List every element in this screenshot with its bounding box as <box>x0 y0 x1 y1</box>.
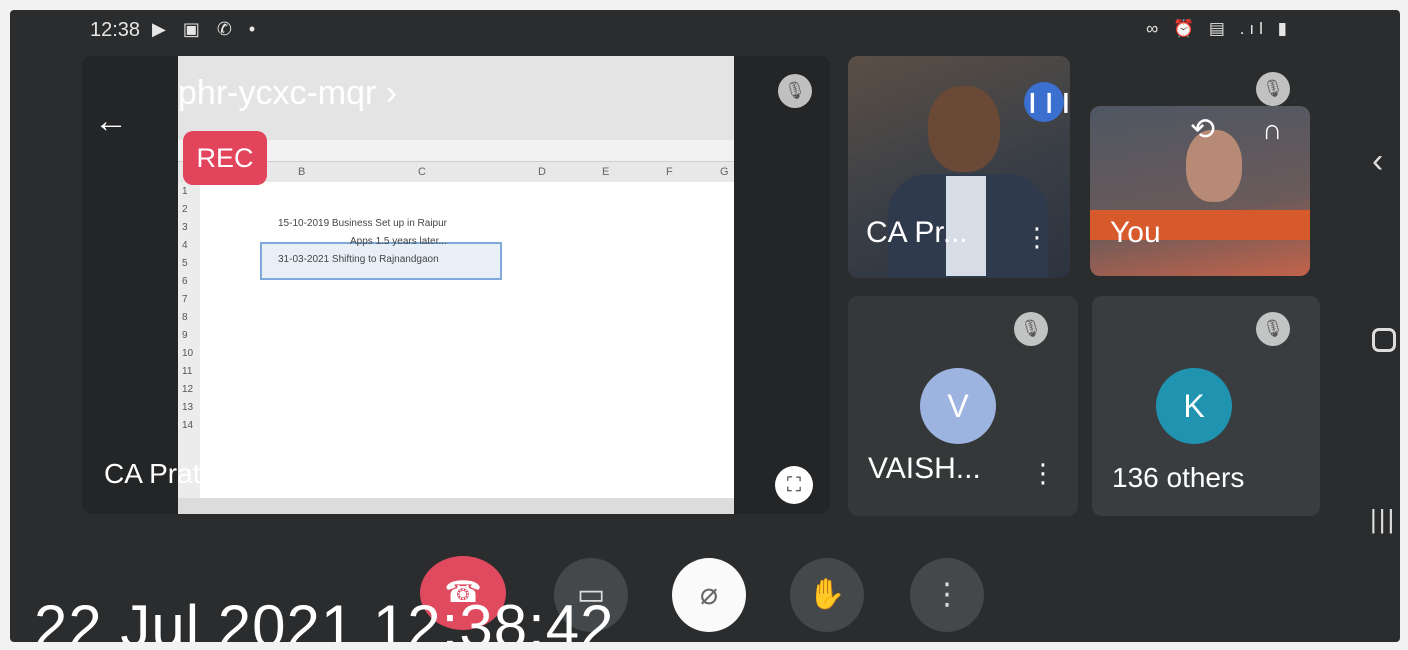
row-header: 2 <box>182 204 188 215</box>
row-header: 13 <box>182 402 194 413</box>
cell-text: 31-03-2021 Shifting to Rajnandgaon <box>278 254 439 265</box>
column-header: C <box>418 166 426 178</box>
column-header: D <box>538 166 546 178</box>
row-header: 4 <box>182 240 188 251</box>
tile-menu-icon[interactable]: ⋮ <box>1030 458 1056 489</box>
column-header: F <box>666 166 673 178</box>
nav-recents-icon[interactable]: ||| <box>1370 504 1396 535</box>
participant-name: VAISH... <box>868 452 981 485</box>
row-header: 5 <box>182 258 188 269</box>
audio-output-icon[interactable]: ∩ <box>1262 114 1282 146</box>
avatar: V <box>920 368 996 444</box>
nav-home-icon[interactable] <box>1372 328 1396 352</box>
self-label: You <box>1110 216 1161 249</box>
meet-screen: 12:38 ▶ ▣ ✆ • ∞ ⏰ ▤ .ıl ▮ B C D E F G 1 … <box>10 10 1400 642</box>
column-header: E <box>602 166 610 178</box>
row-header: 3 <box>182 222 188 233</box>
row-header: 9 <box>182 330 188 341</box>
camera-switch-icon[interactable]: ⟲ <box>1190 112 1215 147</box>
row-header: 10 <box>182 348 194 359</box>
tile-menu-icon[interactable]: ⋮ <box>1024 222 1050 253</box>
back-arrow-icon[interactable]: ← <box>94 102 128 141</box>
presenting-label: CA Pratik is presenting <box>104 458 388 489</box>
row-headers: 1 2 3 4 5 6 7 8 9 10 11 12 13 14 <box>178 182 200 502</box>
column-header: G <box>720 166 729 178</box>
mic-off-icon: 🎙 <box>1256 72 1290 106</box>
status-bar: 12:38 ▶ ▣ ✆ • ∞ ⏰ ▤ .ıl ▮ <box>10 10 1400 52</box>
row-header: 1 <box>182 186 188 197</box>
fullscreen-icon[interactable]: ⛶ <box>775 466 813 504</box>
avatar: K <box>1156 368 1232 444</box>
sheet-tabs <box>178 498 734 514</box>
status-time: 12:38 <box>90 19 141 41</box>
notification-icons: ▶ ▣ ✆ • <box>152 19 262 39</box>
mic-off-icon: 🎙 <box>1256 312 1290 346</box>
cell-text: Apps 1.5 years later... <box>350 236 447 247</box>
mic-off-icon: 🎙 <box>1014 312 1048 346</box>
speaking-indicator-icon: ❙❙❙ <box>1024 82 1074 122</box>
row-header: 7 <box>182 294 188 305</box>
row-header: 14 <box>182 420 194 431</box>
system-status-icons: ∞ ⏰ ▤ .ıl ▮ <box>1146 19 1292 38</box>
others-count: 136 others <box>1112 462 1245 493</box>
raise-hand-button[interactable]: ✋ <box>790 558 864 632</box>
row-header: 12 <box>182 384 194 395</box>
shared-spreadsheet: B C D E F G 1 2 3 4 5 6 7 8 9 10 11 12 1… <box>178 56 734 514</box>
recording-badge: REC <box>183 131 267 185</box>
mic-off-icon: 🎙 <box>778 74 812 108</box>
row-header: 11 <box>182 366 193 377</box>
participant-name: CA Pr... <box>866 216 968 249</box>
row-header: 6 <box>182 276 188 287</box>
more-options-button[interactable]: ⋮ <box>910 558 984 632</box>
nav-back-icon[interactable]: ‹ <box>1372 142 1383 181</box>
photo-timestamp: 22 Jul 2021 12:38:42 <box>34 593 615 642</box>
row-header: 8 <box>182 312 188 323</box>
cell-text: 15-10-2019 Business Set up in Raipur <box>278 218 447 229</box>
column-header: B <box>298 166 306 178</box>
mic-toggle-button[interactable]: ⌀ <box>672 558 746 632</box>
meeting-code[interactable]: phr-ycxc-mqr › <box>178 74 397 113</box>
